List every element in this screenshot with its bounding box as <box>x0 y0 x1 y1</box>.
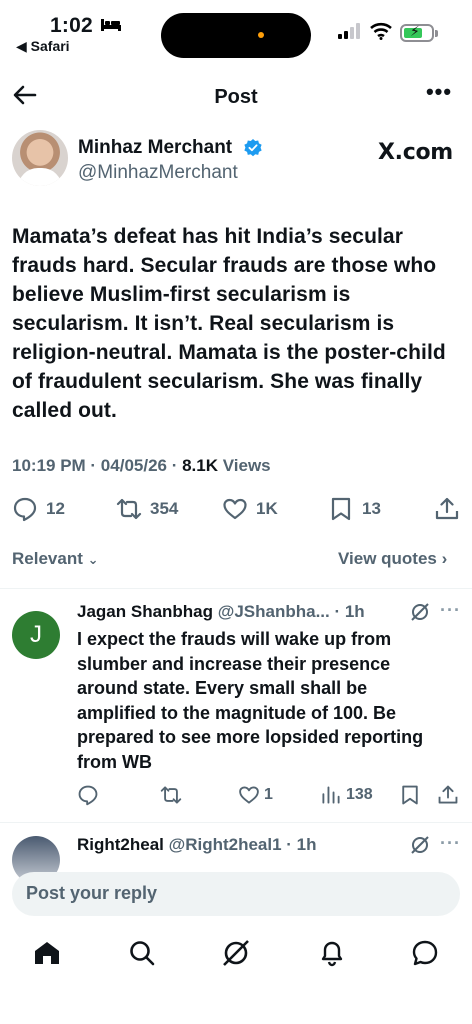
wifi-icon <box>370 22 392 40</box>
views-count: 8.1K <box>182 456 219 475</box>
reply-like-count: 1 <box>264 786 273 803</box>
reply-text: I expect the frauds will wake up from sl… <box>77 629 424 772</box>
grok-icon <box>223 940 249 966</box>
reply-input[interactable]: Post your reply <box>12 872 460 916</box>
page-title: Post <box>214 86 258 108</box>
grok-icon[interactable] <box>410 835 430 855</box>
reply-views-count: 138 <box>346 786 373 803</box>
share-icon <box>438 785 458 804</box>
bookmark-button[interactable]: 13 <box>328 494 381 524</box>
repost-count: 354 <box>150 499 179 518</box>
author-handle[interactable]: @MinhazMerchant <box>78 162 238 184</box>
home-icon <box>35 942 59 964</box>
more-options-button[interactable]: ••• <box>424 81 454 108</box>
reply-more-button[interactable]: ··· <box>440 833 461 854</box>
reply-reply-button[interactable] <box>77 784 99 806</box>
repost-icon <box>160 786 182 804</box>
reply-handle-time: @JShanbha... · 1h <box>213 602 365 621</box>
dynamic-island <box>161 13 311 58</box>
privacy-indicator <box>258 32 264 38</box>
search-icon <box>130 941 155 966</box>
status-bar: 1:02 ◀ Safari ⚡ <box>0 0 472 62</box>
top-nav: Post ••• <box>0 70 472 126</box>
divider <box>0 588 472 589</box>
reply-avatar[interactable]: J <box>12 611 60 659</box>
share-button[interactable] <box>434 494 460 524</box>
views-icon <box>322 786 340 804</box>
reply-button[interactable]: 12 <box>12 494 65 524</box>
reply-icon <box>78 785 98 806</box>
author-name[interactable]: Minhaz Merchant <box>78 137 232 159</box>
bed-icon <box>101 19 121 31</box>
post-text: Mamata’s defeat has hit India’s secular … <box>12 225 446 422</box>
chevron-right-icon: › <box>441 549 448 568</box>
verified-icon <box>244 139 262 157</box>
signal-icon <box>338 23 360 39</box>
reply-share-button[interactable] <box>437 784 459 806</box>
reply-views-button[interactable]: 138 <box>320 784 373 806</box>
divider <box>0 822 472 823</box>
bookmark-icon <box>402 785 418 805</box>
reply-like-button[interactable]: 1 <box>238 784 273 806</box>
messages-icon <box>412 940 438 966</box>
status-time: 1:02 <box>50 14 93 37</box>
like-button[interactable]: 1K <box>222 494 278 524</box>
notifications-icon <box>321 941 343 967</box>
reply-count: 12 <box>46 499 65 518</box>
view-quotes-link[interactable]: View quotes › <box>338 549 447 569</box>
battery-icon: ⚡ <box>400 23 434 42</box>
back-to-safari[interactable]: ◀ Safari <box>16 38 70 55</box>
reply-icon <box>13 497 37 522</box>
reply-placeholder: Post your reply <box>26 883 158 903</box>
reply-repost-button[interactable] <box>160 784 182 806</box>
tab-grok[interactable] <box>221 938 251 968</box>
post-actions: 12 354 1K 13 <box>0 494 472 526</box>
like-icon <box>239 786 259 804</box>
reply-author-name[interactable]: Right2heal <box>77 835 164 854</box>
sort-relevant-dropdown[interactable]: Relevant ⌄ <box>12 549 99 569</box>
tab-messages[interactable] <box>410 938 440 968</box>
reply-header: Jagan Shanbhag @JShanbha... · 1h <box>77 602 365 622</box>
post-meta: 10:19 PM · 04/05/26 · 8.1K Views <box>12 456 271 476</box>
reply-actions: 1 138 <box>0 784 472 808</box>
reply-header: Right2heal @Right2heal1 · 1h <box>77 835 317 855</box>
reply-handle-time: @Right2heal1 · 1h <box>163 835 317 854</box>
reply-more-button[interactable]: ··· <box>440 600 461 621</box>
view-quotes-label: View quotes <box>338 549 437 568</box>
battery-nub <box>435 30 438 37</box>
repost-icon <box>116 498 142 520</box>
share-icon <box>435 497 459 520</box>
repost-button[interactable]: 354 <box>116 494 178 524</box>
tab-notifications[interactable] <box>317 938 347 968</box>
grok-icon[interactable] <box>410 602 430 622</box>
like-icon <box>223 498 247 520</box>
author-avatar[interactable] <box>12 130 68 186</box>
post-timestamp: 10:19 PM · 04/05/26 · <box>12 456 183 475</box>
tab-home[interactable] <box>32 938 62 968</box>
x-logo: X.com <box>378 140 453 165</box>
like-count: 1K <box>256 499 278 518</box>
bookmark-count: 13 <box>362 499 381 518</box>
bottom-tab-bar <box>0 924 472 1024</box>
chevron-down-icon: ⌄ <box>87 552 99 567</box>
views-label: Views <box>218 456 271 475</box>
relevant-label: Relevant <box>12 549 83 568</box>
tab-search[interactable] <box>127 938 157 968</box>
reply-author-name[interactable]: Jagan Shanbhag <box>77 602 213 621</box>
reply-bookmark-button[interactable] <box>399 784 421 806</box>
bookmark-icon <box>331 497 351 521</box>
